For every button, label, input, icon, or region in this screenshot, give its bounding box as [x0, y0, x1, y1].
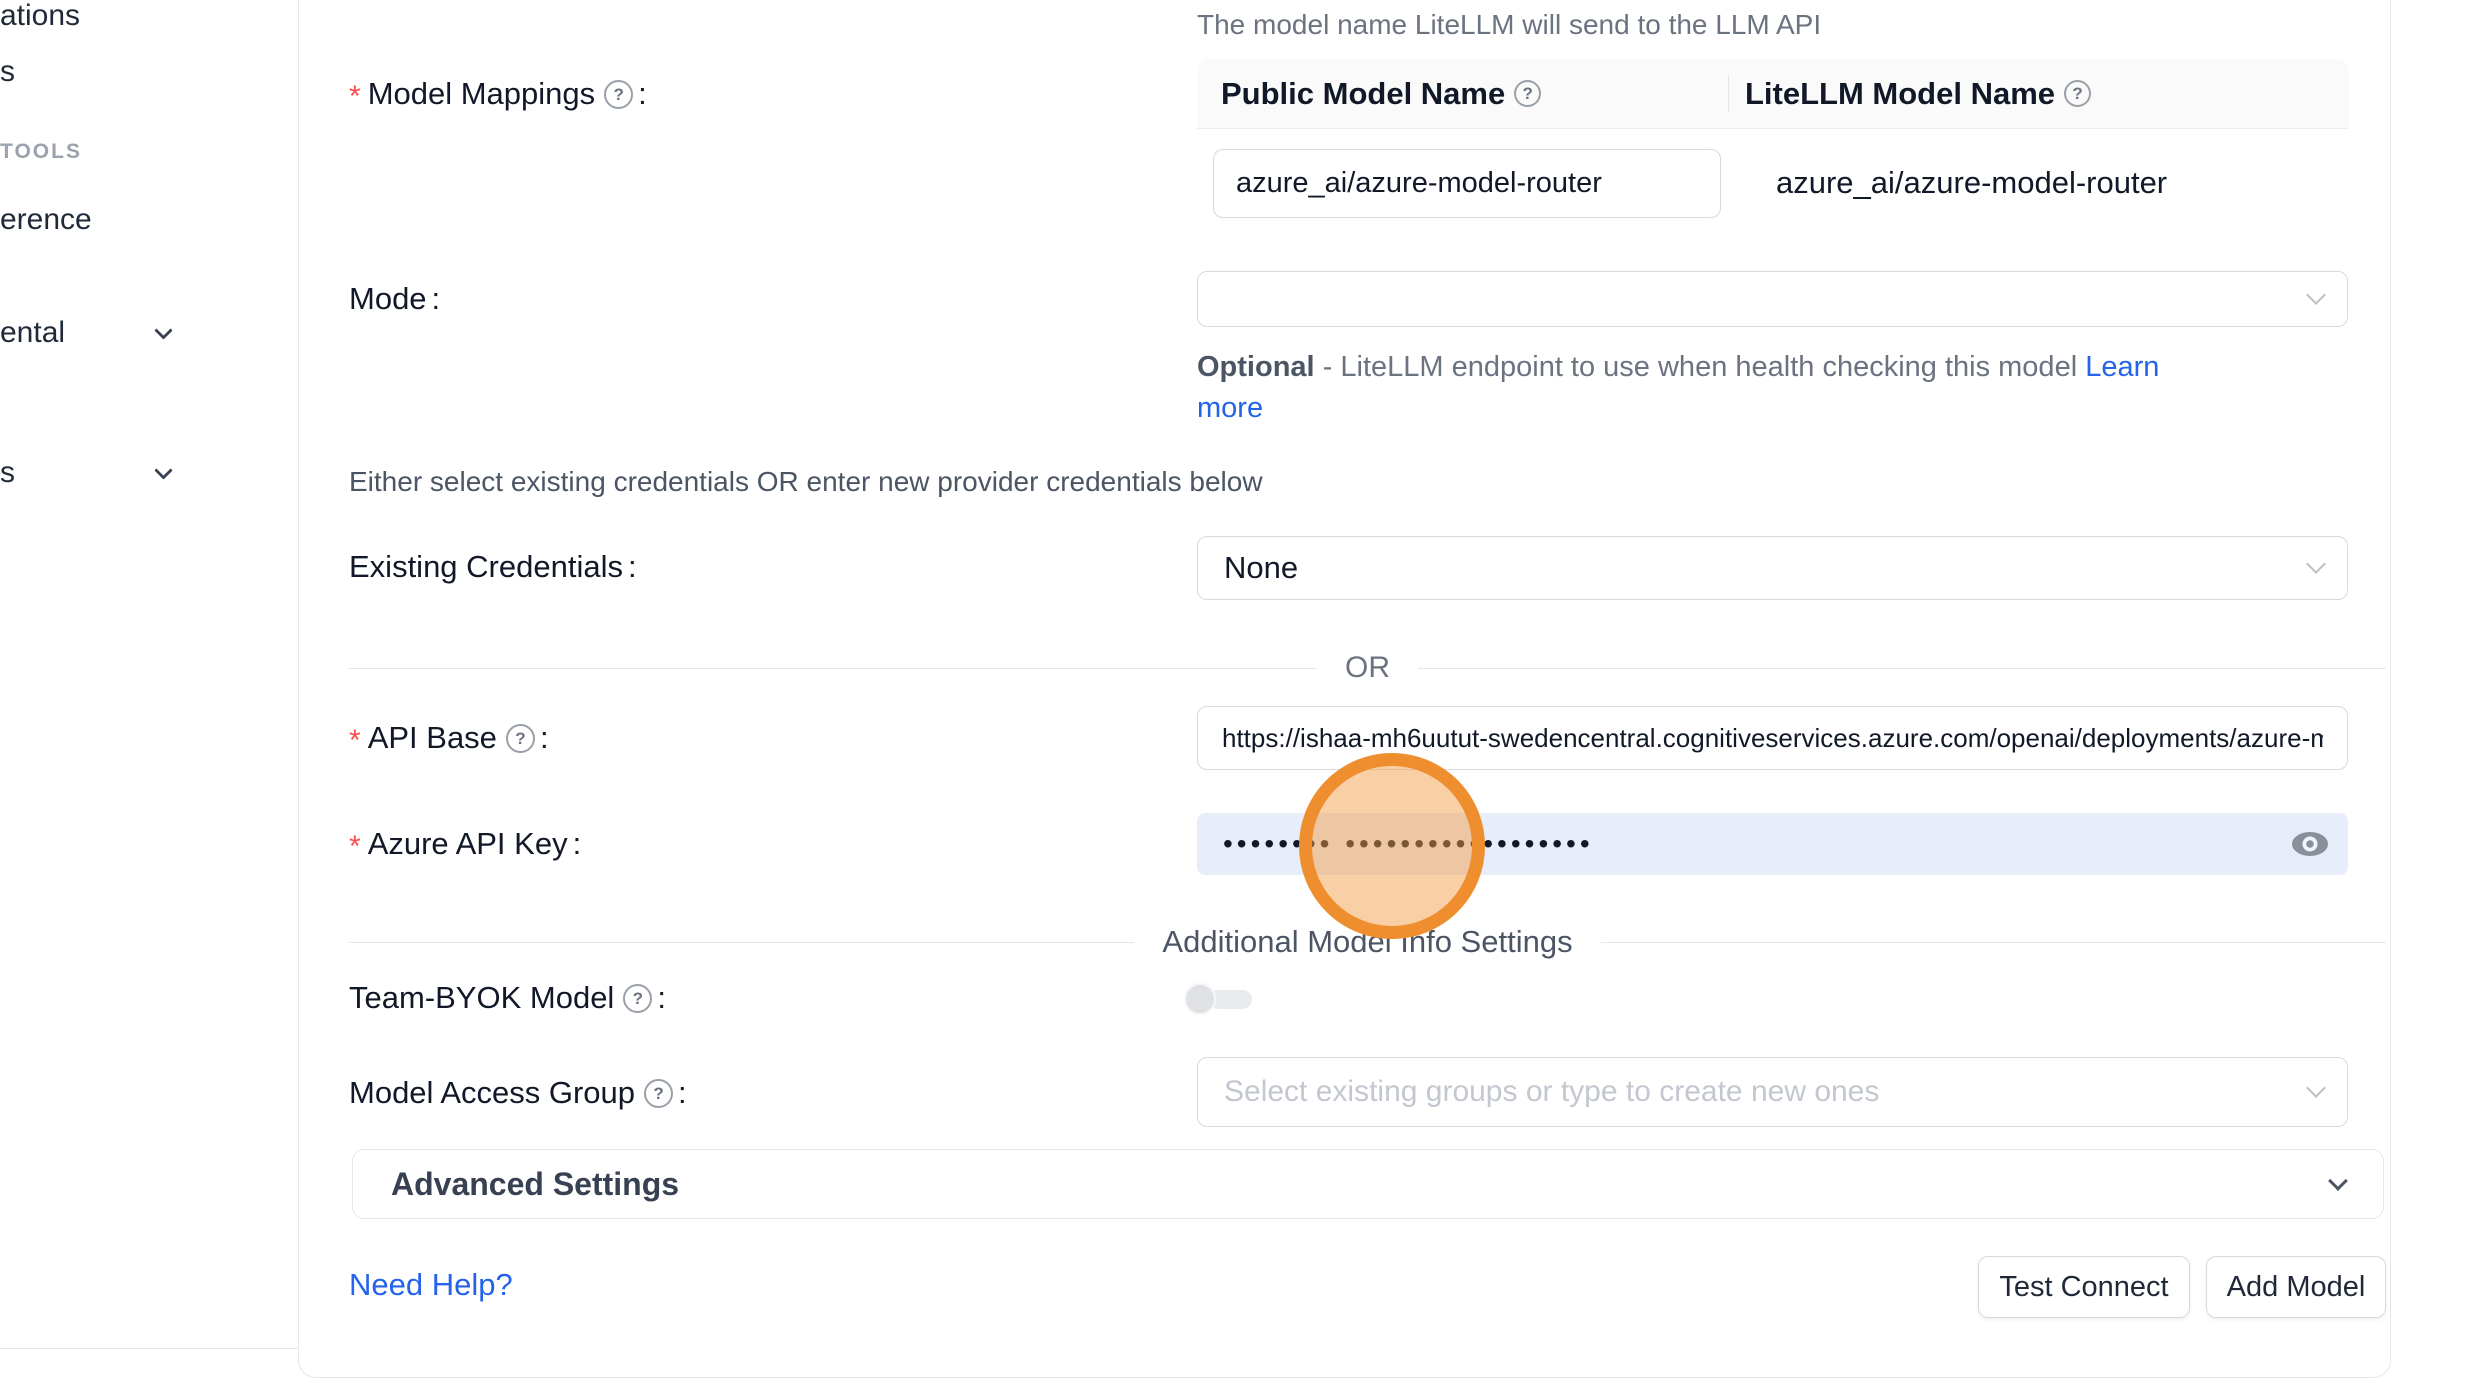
need-help-link[interactable]: Need Help?	[349, 1267, 513, 1303]
required-asterisk: *	[349, 726, 361, 756]
litellm-model-name-header: LiteLLM Model Name	[1745, 76, 2055, 112]
table-row: azure_ai/azure-model-router	[1197, 129, 2349, 241]
add-model-panel: The model name LiteLLM will send to the …	[298, 0, 2391, 1378]
required-asterisk: *	[349, 82, 361, 112]
model-mappings-table: Public Model Name ? LiteLLM Model Name ?…	[1197, 59, 2349, 241]
help-icon[interactable]: ?	[644, 1079, 673, 1108]
toggle-key-visibility-button[interactable]	[2289, 827, 2331, 861]
chevron-down-icon	[2306, 1078, 2326, 1098]
litellm-model-name-value: azure_ai/azure-model-router	[1776, 165, 2167, 201]
sidebar-item[interactable]: s	[0, 54, 15, 90]
masked-key-value: •••••••• ••••••••••••••••••	[1223, 813, 1594, 875]
chevron-down-icon	[2306, 285, 2326, 305]
api-base-label: * API Base ? :	[349, 718, 549, 758]
api-base-input[interactable]	[1197, 706, 2348, 770]
advanced-settings-toggle[interactable]: Advanced Settings	[352, 1149, 2384, 1219]
chevron-down-icon	[2306, 554, 2326, 574]
existing-credentials-label: Existing Credentials :	[349, 547, 637, 587]
sidebar-section-tools: TOOLS	[0, 139, 82, 165]
help-icon[interactable]: ?	[506, 724, 535, 753]
sidebar: ations s TOOLS erence ental s	[0, 0, 298, 1385]
chevron-down-icon	[154, 461, 172, 479]
credentials-note: Either select existing credentials OR en…	[349, 466, 1263, 498]
or-divider: OR	[349, 651, 2386, 685]
toggle-knob	[1184, 983, 1216, 1015]
model-mappings-label: * Model Mappings ? :	[349, 74, 647, 114]
existing-credentials-select[interactable]: None	[1197, 536, 2348, 600]
help-icon[interactable]: ?	[604, 80, 633, 109]
sidebar-divider	[0, 1348, 298, 1349]
required-asterisk: *	[349, 832, 361, 862]
model-access-group-select[interactable]: Select existing groups or type to create…	[1197, 1057, 2348, 1127]
azure-api-key-label: * Azure API Key :	[349, 824, 581, 864]
eye-icon	[2289, 828, 2331, 860]
azure-api-key-input[interactable]: •••••••• ••••••••••••••••••	[1197, 813, 2348, 875]
team-byok-label: Team-BYOK Model ? :	[349, 978, 666, 1018]
mode-select[interactable]	[1197, 271, 2348, 327]
model-name-hint: The model name LiteLLM will send to the …	[1197, 9, 1821, 41]
model-access-group-label: Model Access Group ? :	[349, 1073, 687, 1113]
sidebar-item[interactable]: ations	[0, 0, 80, 34]
help-icon[interactable]: ?	[623, 984, 652, 1013]
mode-hint: Optional - LiteLLM endpoint to use when …	[1197, 347, 2159, 429]
team-byok-toggle[interactable]	[1184, 983, 1254, 1015]
learn-more-link[interactable]: more	[1197, 392, 1263, 424]
public-model-name-input[interactable]	[1213, 149, 1721, 218]
add-model-button[interactable]: Add Model	[2206, 1256, 2386, 1318]
test-connect-button[interactable]: Test Connect	[1978, 1256, 2190, 1318]
sidebar-item[interactable]: s	[0, 455, 15, 491]
mode-label: Mode :	[349, 279, 440, 319]
model-mappings-header: Public Model Name ? LiteLLM Model Name ?	[1197, 59, 2349, 129]
chevron-down-icon	[154, 321, 172, 339]
sidebar-item[interactable]: ental	[0, 315, 65, 351]
sidebar-item[interactable]: erence	[0, 202, 92, 238]
chevron-down-icon	[2328, 1171, 2348, 1191]
additional-settings-divider: Additional Model Info Settings	[349, 924, 2386, 960]
help-icon[interactable]: ?	[1514, 80, 1541, 107]
learn-more-link[interactable]: Learn	[2085, 351, 2159, 383]
page: ations s TOOLS erence ental s The model …	[0, 0, 2477, 1385]
help-icon[interactable]: ?	[2064, 80, 2091, 107]
public-model-name-header: Public Model Name	[1221, 76, 1505, 112]
